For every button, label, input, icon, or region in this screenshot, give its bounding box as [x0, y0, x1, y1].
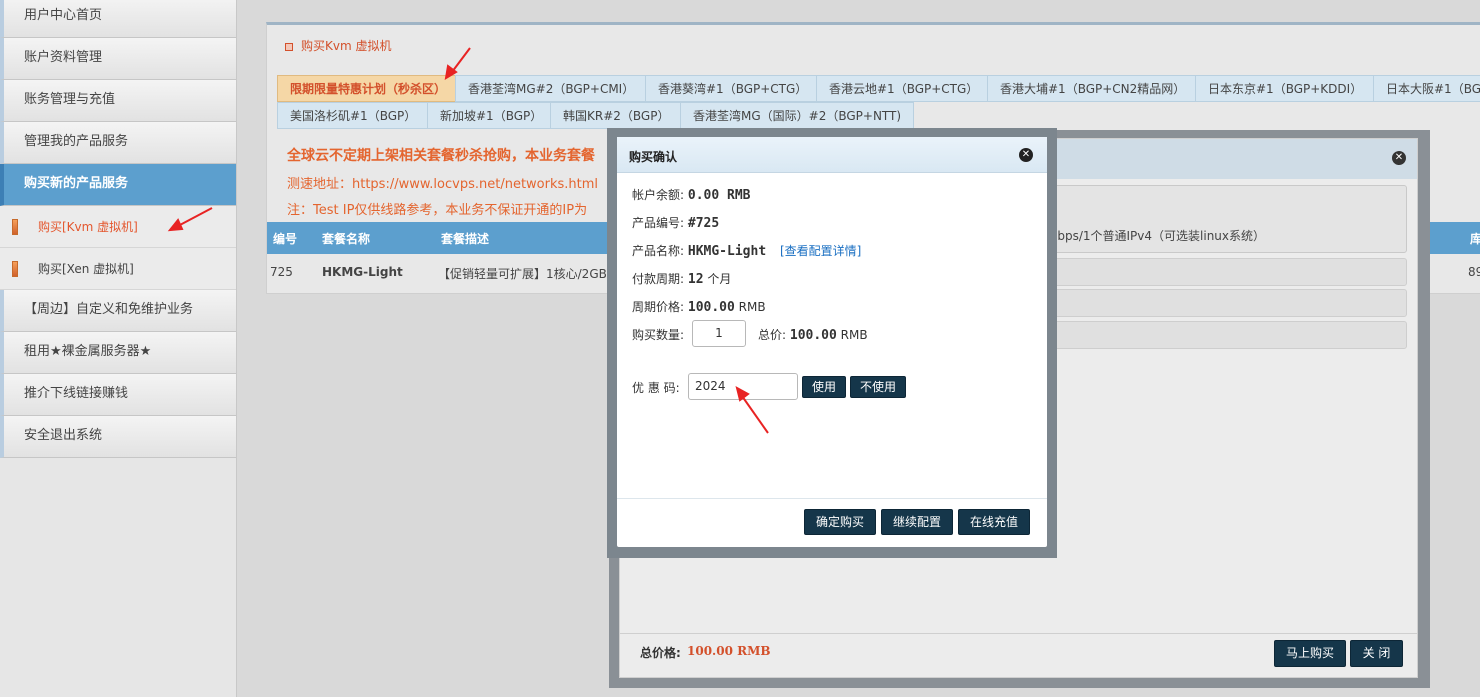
purchase-confirm-modal: 购买确认 ✕ 帐户余额: 0.00 RMB 产品编号: #725 产品名称: H…	[617, 137, 1047, 547]
config-details-link[interactable]: [查看配置详情]	[780, 244, 861, 258]
product-name-label: 产品名称:	[632, 244, 685, 258]
sidebar-subitem-buy-kvm[interactable]: 购买[Kvm 虚拟机]	[0, 206, 236, 248]
tab-singapore[interactable]: 新加坡#1（BGP）	[427, 102, 556, 129]
period-price-row: 周期价格: 100.00 RMB	[632, 298, 766, 315]
balance-row: 帐户余额: 0.00 RMB	[632, 186, 751, 203]
period-label: 付款周期:	[632, 272, 685, 286]
speed-test-link[interactable]: 测速地址：https://www.locvps.net/networks.htm…	[287, 173, 598, 192]
sidebar-item-billing[interactable]: 账务管理与充值	[0, 80, 236, 122]
sidebar-subitem-label: 购买[Kvm 虚拟机]	[38, 220, 138, 234]
tab-jp-osaka[interactable]: 日本大阪#1（BG	[1373, 75, 1480, 102]
period-price-unit: RMB	[738, 300, 766, 314]
use-coupon-button[interactable]: 使用	[802, 376, 846, 398]
tab-jp-tokyo[interactable]: 日本东京#1（BGP+KDDI）	[1195, 75, 1376, 102]
config-row	[1027, 289, 1407, 317]
sidebar-item-account-profile[interactable]: 账户资料管理	[0, 38, 236, 80]
tab-hk-mg-intl[interactable]: 香港荃湾MG（国际）#2（BGP+NTT)	[680, 102, 915, 129]
continue-config-button[interactable]: 继续配置	[881, 509, 953, 535]
no-coupon-button[interactable]: 不使用	[850, 376, 906, 398]
close-icon[interactable]: ✕	[1392, 151, 1406, 165]
tab-hk-taipo[interactable]: 香港大埔#1（BGP+CN2精品网）	[987, 75, 1199, 102]
panel-title: 购买Kvm 虚拟机	[285, 37, 391, 54]
total-price-value: 100.00 RMB	[687, 644, 771, 658]
panel-title-text: 购买Kvm 虚拟机	[301, 39, 392, 53]
period-unit: 个月	[707, 272, 732, 286]
table-cell-id: 725	[270, 265, 293, 279]
confirm-modal-header: 购买确认 ✕	[617, 137, 1047, 173]
column-header-id: 编号	[273, 232, 298, 246]
promo-banner: 全球云不定期上架相关套餐秒杀抢购，本业务套餐	[287, 148, 595, 164]
sidebar-item-user-home[interactable]: 用户中心首页	[0, 0, 236, 38]
period-price-value: 100.00	[687, 300, 735, 315]
table-cell-name: HKMG-Light	[322, 265, 403, 279]
column-header-name: 套餐名称	[322, 232, 371, 246]
qty-label: 购买数量:	[632, 328, 685, 342]
sidebar-subitem-buy-xen[interactable]: 购买[Xen 虚拟机]	[0, 248, 236, 290]
tab-korea[interactable]: 韩国KR#2（BGP）	[550, 102, 683, 129]
period-value: 12	[687, 272, 704, 287]
product-id-label: 产品编号:	[632, 216, 685, 230]
total-price-label: 总价格:	[640, 646, 681, 660]
sidebar-item-logout[interactable]: 安全退出系统	[0, 416, 236, 458]
tab-flash-sale[interactable]: 限期限量特惠计划（秒杀区）	[277, 75, 460, 102]
product-id-value: #725	[687, 216, 720, 231]
column-header-desc: 套餐描述	[441, 232, 490, 246]
total-value: 100.00	[789, 328, 837, 343]
tab-hk-tsuen-wan-2[interactable]: 香港荃湾MG#2（BGP+CMI）	[455, 75, 648, 102]
sidebar-item-my-services[interactable]: 管理我的产品服务	[0, 122, 236, 164]
period-row: 付款周期: 12 个月	[632, 270, 731, 287]
table-cell-desc: 【促销轻量可扩展】1核心/2GB内	[438, 267, 619, 281]
total-row: 总价: 100.00 RMB	[758, 326, 868, 343]
confirm-purchase-button[interactable]: 确定购买	[804, 509, 876, 535]
product-id-row: 产品编号: #725	[632, 214, 719, 231]
sidebar: 用户中心首页 账户资料管理 账务管理与充值 管理我的产品服务 购买新的产品服务 …	[0, 0, 237, 697]
buy-now-button[interactable]: 马上购买	[1274, 640, 1346, 667]
product-name-row: 产品名称: HKMG-Light [查看配置详情]	[632, 242, 861, 259]
total-label: 总价:	[758, 328, 787, 342]
quantity-input[interactable]: 1	[692, 320, 746, 347]
sidebar-item-custom-services[interactable]: 【周边】自定义和免维护业务	[0, 290, 236, 332]
sidebar-subitem-label: 购买[Xen 虚拟机]	[38, 262, 134, 276]
sidebar-item-bare-metal[interactable]: 租用★裸金属服务器★	[0, 332, 236, 374]
confirm-modal-title: 购买确认	[629, 150, 678, 164]
balance-value: 0.00 RMB	[687, 188, 751, 203]
big-modal-divider	[620, 633, 1417, 634]
thermometer-icon	[12, 219, 18, 235]
coupon-label: 优 惠 码:	[632, 381, 680, 395]
tab-hk-kwai-wan[interactable]: 香港葵湾#1（BGP+CTG）	[645, 75, 821, 102]
product-name-value: HKMG-Light	[687, 244, 767, 259]
square-icon	[285, 42, 293, 51]
confirm-modal-divider	[617, 498, 1047, 499]
total-unit: RMB	[840, 328, 868, 342]
thermometer-icon	[12, 261, 18, 277]
tab-us-la[interactable]: 美国洛杉矶#1（BGP）	[277, 102, 430, 129]
table-cell-tail: 89	[1468, 265, 1480, 279]
balance-label: 帐户余额:	[632, 188, 685, 202]
tab-hk-cloud[interactable]: 香港云地#1（BGP+CTG）	[816, 75, 992, 102]
sidebar-item-referral[interactable]: 推介下线链接赚钱	[0, 374, 236, 416]
config-desc: Mbps/1个普通IPv4（可选装linux系统）	[1047, 229, 1266, 243]
close-icon[interactable]: ✕	[1019, 148, 1033, 162]
column-header-stock: 库	[1470, 232, 1480, 246]
config-row	[1027, 321, 1407, 349]
test-ip-note: 注：Test IP仅供线路参考，本业务不保证开通的IP为	[287, 203, 588, 218]
close-button[interactable]: 关 闭	[1350, 640, 1403, 667]
coupon-input[interactable]: 2024	[688, 373, 798, 400]
sidebar-item-buy-new[interactable]: 购买新的产品服务	[0, 164, 236, 206]
online-recharge-button[interactable]: 在线充值	[958, 509, 1030, 535]
period-price-label: 周期价格:	[632, 300, 685, 314]
config-row	[1027, 258, 1407, 286]
